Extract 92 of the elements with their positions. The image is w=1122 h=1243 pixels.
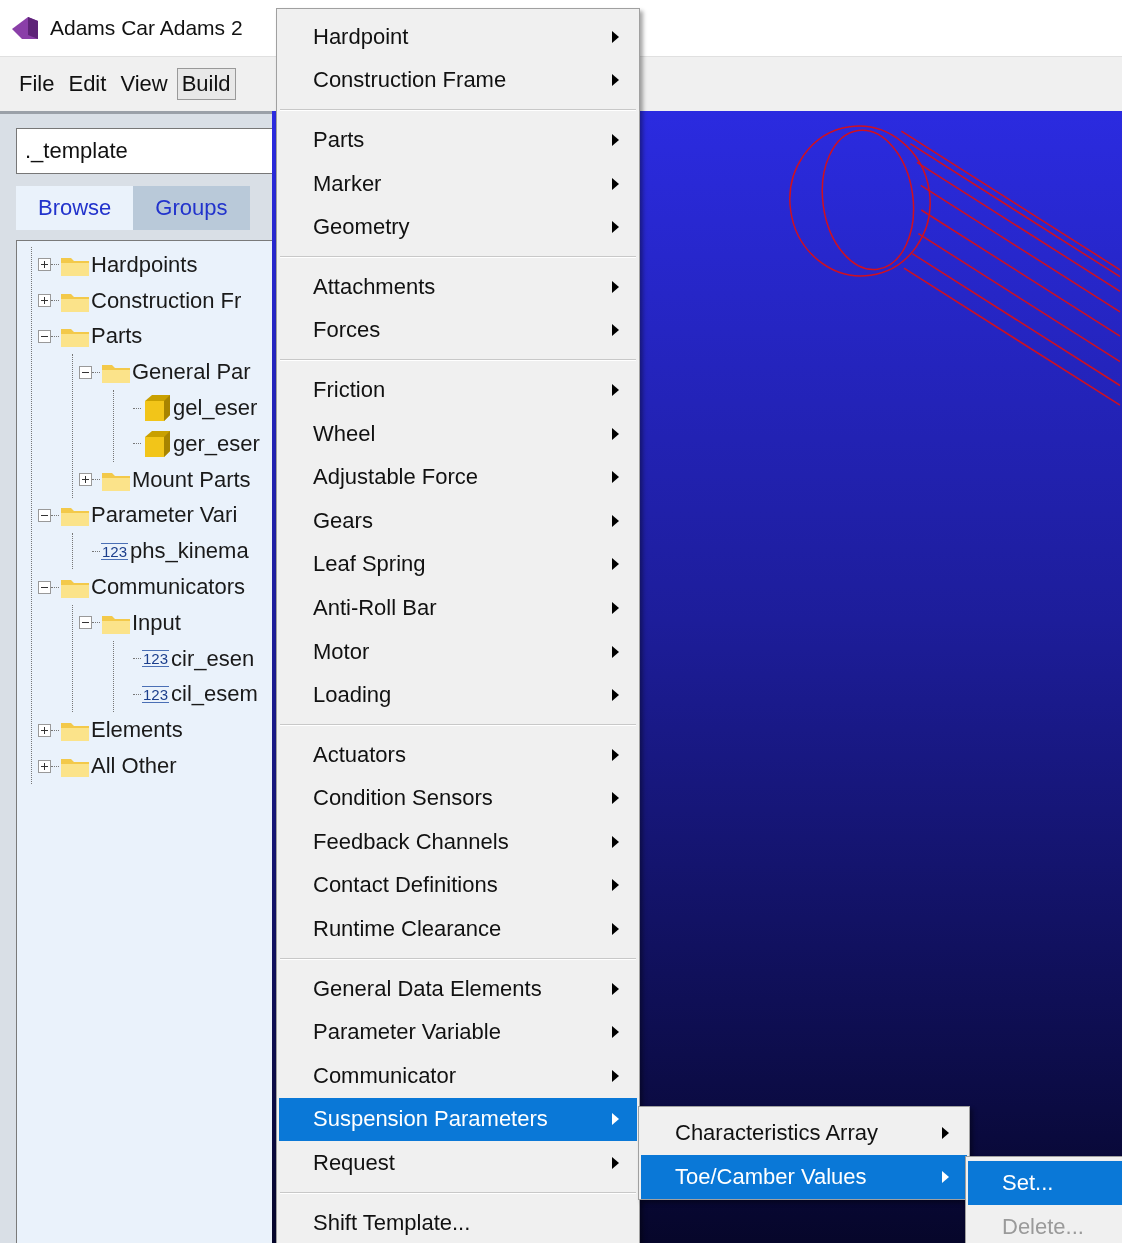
submenu-arrow-icon — [612, 514, 619, 527]
cube-icon — [142, 428, 172, 459]
submenu-arrow-icon — [612, 923, 619, 936]
tree-item[interactable]: Input — [131, 609, 181, 636]
submenu-arrow-icon — [612, 471, 619, 484]
submenu-arrow-icon — [612, 982, 619, 995]
menu-bar-item[interactable]: Edit — [63, 68, 112, 100]
tree-item[interactable]: cir_esen — [170, 645, 255, 672]
menu-item[interactable]: Parts — [279, 118, 637, 162]
menu-item[interactable]: Friction — [279, 368, 637, 412]
tree-item[interactable]: General Par — [131, 359, 251, 386]
cube-icon — [142, 393, 172, 424]
submenu-arrow-icon — [612, 792, 619, 805]
submenu-arrow-icon — [612, 1157, 619, 1170]
menu-item[interactable]: Characteristics Array — [641, 1111, 967, 1155]
submenu-arrow-icon — [612, 689, 619, 702]
menu-item[interactable]: Forces — [279, 308, 637, 353]
submenu-arrow-icon — [612, 879, 619, 892]
menu-item[interactable]: Feedback Channels — [279, 820, 637, 864]
menu-item[interactable]: Toe/Camber Values — [641, 1155, 967, 1199]
submenu-arrow-icon — [612, 558, 619, 571]
window-title: Adams Car Adams 2 — [50, 16, 243, 40]
expand-icon[interactable] — [79, 473, 92, 487]
submenu-arrow-icon — [942, 1171, 949, 1183]
menu-item[interactable]: Loading — [279, 673, 637, 717]
menu-item[interactable]: Parameter Variable — [279, 1010, 637, 1055]
collapse-icon[interactable] — [38, 330, 51, 343]
app-logo-icon — [10, 15, 40, 41]
submenu-arrow-icon — [612, 835, 619, 848]
tree-item[interactable]: Construction Fr — [90, 287, 242, 314]
model-field[interactable]: ._template — [16, 128, 272, 174]
menu-item[interactable]: Condition Sensors — [279, 776, 637, 821]
menu-item[interactable]: Gears — [279, 498, 637, 543]
submenu-arrow-icon — [612, 74, 619, 87]
menu-item[interactable]: Shift Template... — [279, 1200, 637, 1243]
menu-item[interactable]: Marker — [279, 161, 637, 206]
menu-item[interactable]: Communicator — [279, 1054, 637, 1098]
tree-item[interactable]: Communicators — [90, 574, 246, 601]
collapse-icon[interactable] — [38, 508, 51, 522]
menu-item[interactable]: Suspension Parameters — [279, 1097, 637, 1142]
tree-item[interactable]: All Other — [90, 753, 177, 780]
tree-item[interactable]: phs_kinema — [129, 538, 249, 565]
submenu-arrow-icon — [612, 280, 619, 293]
menu-item[interactable]: Leaf Spring — [279, 542, 637, 587]
submenu-arrow-icon — [612, 30, 619, 43]
collapse-icon[interactable] — [38, 580, 51, 594]
submenu-arrow-icon — [612, 1026, 619, 1039]
tree-item[interactable]: ger_eser — [172, 430, 260, 457]
submenu-arrow-icon — [612, 177, 619, 190]
menu-item[interactable]: Actuators — [279, 732, 637, 777]
tree-item[interactable]: Mount Parts — [131, 466, 251, 493]
menu-bar-item[interactable]: View — [115, 68, 173, 100]
tree-item[interactable]: Parameter Vari — [90, 502, 238, 529]
tree-item[interactable]: gel_eser — [172, 395, 258, 422]
menu-item[interactable]: Construction Frame — [279, 58, 637, 103]
expand-icon[interactable] — [38, 294, 51, 308]
collapse-icon[interactable] — [79, 616, 92, 630]
menu-item[interactable]: Set... — [968, 1161, 1122, 1205]
submenu-arrow-icon — [612, 601, 619, 614]
menu-item[interactable]: Hardpoint — [279, 15, 637, 59]
submenu-arrow-icon — [612, 427, 619, 440]
menu-bar-item[interactable]: Build — [176, 68, 236, 100]
menu-item[interactable]: Geometry — [279, 205, 637, 249]
expand-icon[interactable] — [38, 723, 51, 737]
submenu-arrow-icon — [612, 324, 619, 337]
submenu-arrow-icon — [612, 134, 619, 146]
tree-item[interactable]: cil_esem — [170, 681, 258, 708]
submenu-arrow-icon — [612, 1113, 619, 1126]
menu-item[interactable]: Attachments — [279, 264, 637, 309]
expand-icon[interactable] — [38, 759, 51, 773]
expand-icon[interactable] — [38, 258, 51, 272]
collapse-icon[interactable] — [79, 365, 92, 379]
tree-item[interactable]: Parts — [90, 323, 143, 350]
menu-item[interactable]: Runtime Clearance — [279, 907, 637, 951]
submenu-arrow-icon — [612, 645, 619, 658]
menu-item[interactable]: Adjustable Force — [279, 455, 637, 499]
menu-item[interactable]: Contact Definitions — [279, 863, 637, 908]
submenu-arrow-icon — [612, 748, 619, 761]
menu-item[interactable]: Anti-Roll Bar — [279, 586, 637, 630]
tree-item[interactable]: Elements — [90, 717, 183, 744]
menu-item[interactable]: Motor — [279, 629, 637, 674]
menu-bar-item[interactable]: File — [14, 68, 60, 100]
submenu-arrow-icon — [612, 383, 619, 396]
submenu-arrow-icon — [612, 1069, 619, 1082]
menu-item[interactable]: Wheel — [279, 411, 637, 456]
menu-item[interactable]: Request — [279, 1141, 637, 1185]
submenu-arrow-icon — [942, 1127, 949, 1139]
tab[interactable]: Groups — [133, 186, 250, 230]
tab[interactable]: Browse — [16, 186, 134, 230]
menu-item[interactable]: General Data Elements — [279, 966, 637, 1011]
submenu-arrow-icon — [612, 221, 619, 234]
tree-item[interactable]: Hardpoints — [90, 251, 198, 278]
